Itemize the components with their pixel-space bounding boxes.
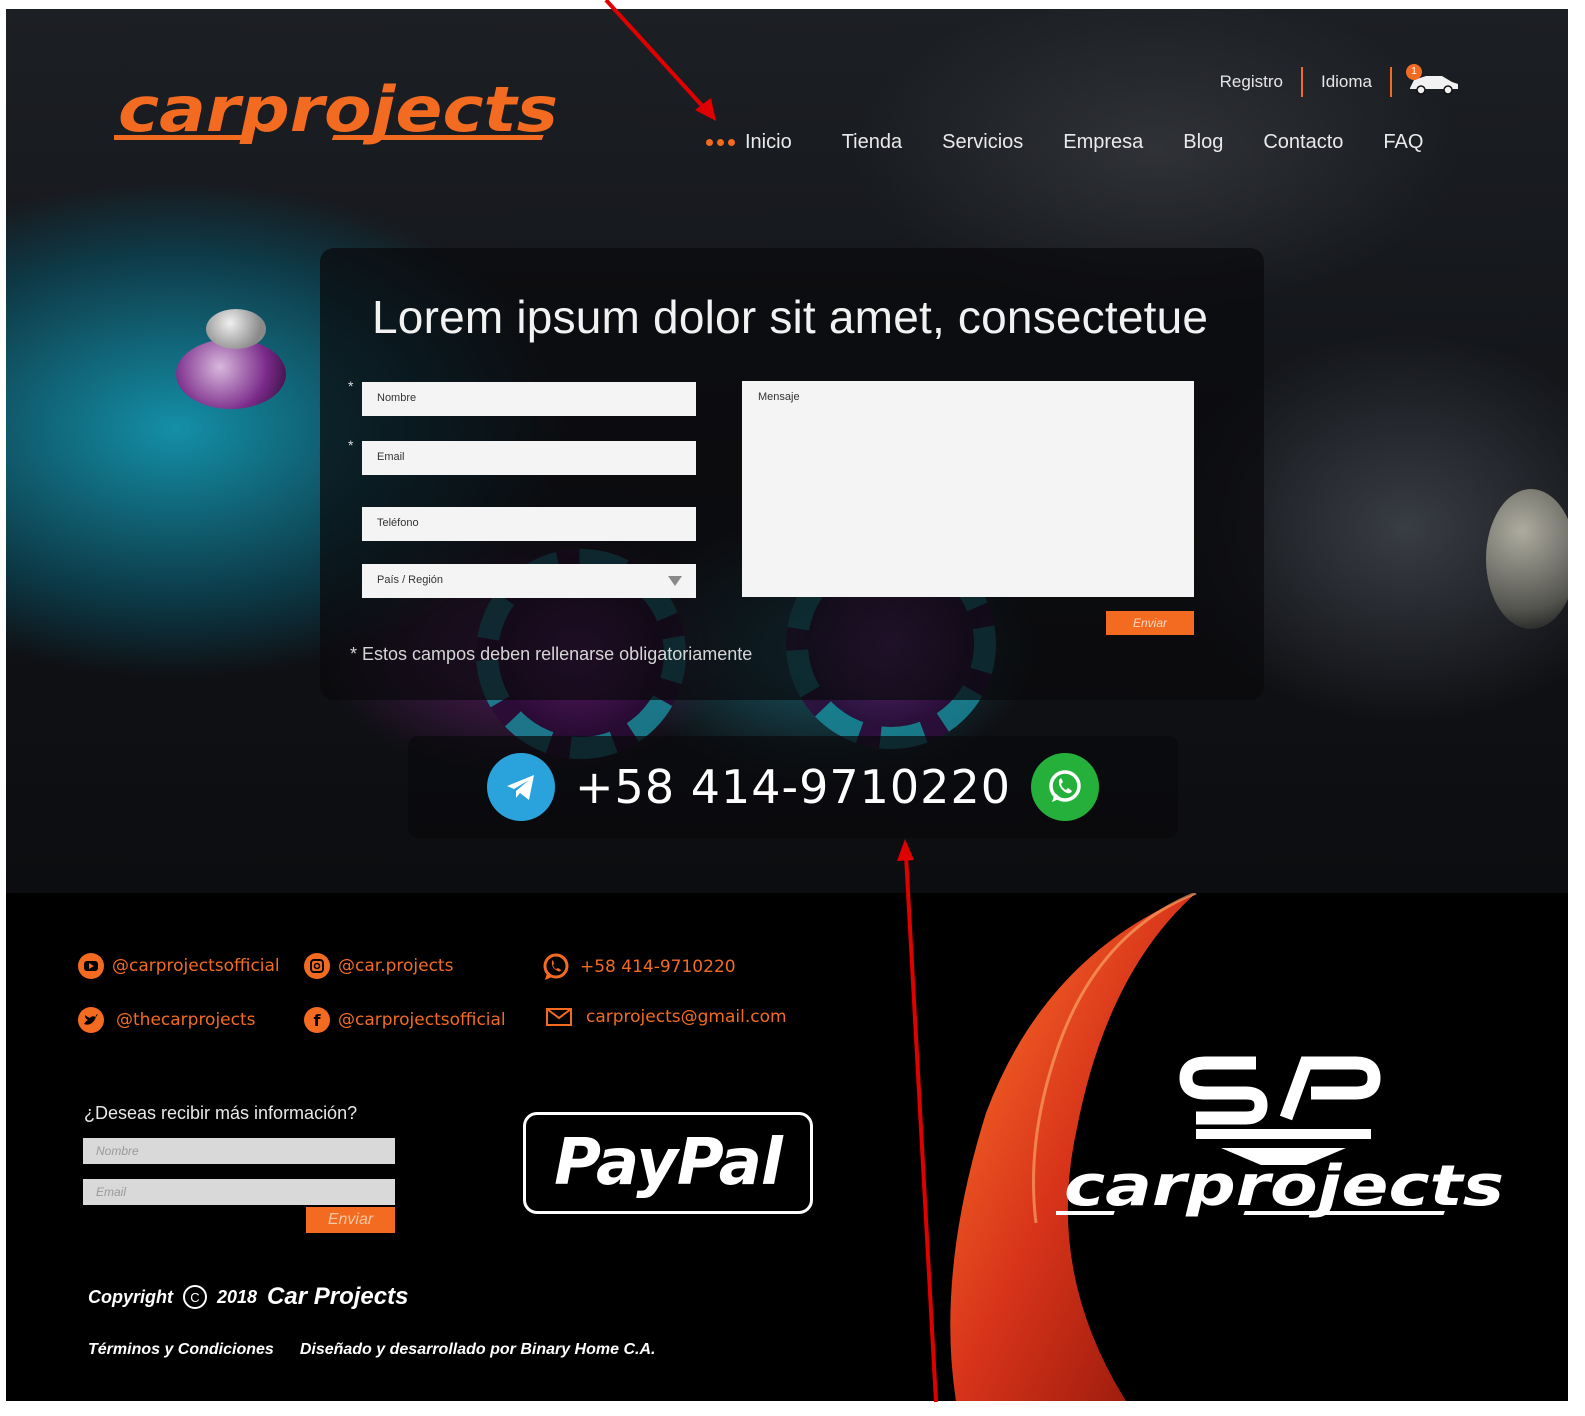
required-mark: * [348,437,354,453]
language-link[interactable]: Idioma [1303,72,1390,92]
twitter-link[interactable]: @thecarprojects [78,1007,256,1033]
youtube-icon [78,953,104,979]
cart-count-badge: 1 [1406,64,1422,80]
instagram-link[interactable]: @car.projects [304,953,453,979]
required-note: * Estos campos deben rellenarse obligato… [350,644,752,665]
footer-brand-logo-text: carprojects [1064,1154,1504,1219]
nav-item-faq[interactable]: FAQ [1383,131,1423,154]
whatsapp-icon [543,953,569,980]
email-address: carprojects@gmail.com [586,1007,787,1027]
credits-link[interactable]: Diseñado y desarrollado por Binary Home … [300,1341,656,1359]
nav-item-label: Inicio [745,131,792,153]
newsletter-email-input[interactable]: Email [83,1179,395,1205]
nav-item-blog[interactable]: Blog [1183,131,1223,154]
newsletter-name-input[interactable]: Nombre [83,1138,395,1164]
footer: @carprojectsofficial @car.projects +58 4… [6,893,1568,1401]
main-nav: Inicio Tienda Servicios Empresa Blog Con… [706,131,1463,154]
country-select-value: País / Región [377,574,444,586]
name-field[interactable]: Nombre [362,382,696,416]
required-mark: * [348,378,354,394]
required-note-text: Estos campos deben rellenarse obligatori… [362,644,753,664]
terms-link[interactable]: Términos y Condiciones [88,1341,274,1359]
cp-monogram-icon [1179,1056,1381,1125]
message-textarea[interactable]: Mensaje [742,381,1194,597]
legal-links: Términos y Condiciones Diseñado y desarr… [88,1341,655,1359]
brand-logo[interactable]: carprojects [114,79,564,149]
youtube-link[interactable]: @carprojectsofficial [78,953,280,979]
copyright: Copyright C 2018 Car Projects [88,1283,408,1311]
contact-form-title: Lorem ipsum dolor sit amet, consectetue [372,291,1209,343]
nav-item-inicio[interactable]: Inicio [706,131,792,154]
copyright-company: Car Projects [267,1283,409,1310]
active-indicator-dots [706,139,735,146]
twitter-handle: @thecarprojects [116,1010,256,1030]
chevron-down-icon [668,576,682,586]
copyright-year: 2018 [217,1286,258,1307]
send-button[interactable]: Enviar [1106,611,1194,635]
copyright-symbol: C [183,1285,207,1309]
whatsapp-button[interactable] [1030,753,1099,821]
page-frame: carprojects Registro Idioma 1 Inicio Tie… [6,9,1568,1401]
country-select[interactable]: País / Región [362,564,696,598]
facebook-link[interactable]: f @carprojectsofficial [304,1007,506,1033]
whatsapp-number: +58 414-9710220 [580,957,736,977]
newsletter-title: ¿Deseas recibir más información? [84,1103,358,1123]
newsletter-send-button[interactable]: Enviar [306,1207,395,1233]
nav-item-empresa[interactable]: Empresa [1063,131,1143,154]
paypal-logo-text: PayPal [554,1126,783,1200]
register-link[interactable]: Registro [1202,72,1301,92]
hero-bg-nut [206,309,266,349]
top-nav: Registro Idioma 1 [1202,64,1462,97]
phone-number: +58 414-9710220 [575,760,1011,814]
whatsapp-icon [1049,770,1081,802]
footer-brand-logo: carprojects [1056,1056,1504,1219]
required-mark: * [350,644,358,664]
top-nav-divider [1390,67,1392,97]
telegram-icon [507,775,535,800]
instagram-icon [304,953,330,979]
contact-form-card: Lorem ipsum dolor sit amet, consectetue … [320,248,1264,700]
email-field[interactable]: Email [362,441,696,475]
mail-icon [546,1008,572,1026]
nav-item-tienda[interactable]: Tienda [842,131,902,154]
hero-bg-bolt [176,339,286,409]
hero-bg-part [1486,489,1568,629]
whatsapp-contact-link[interactable]: +58 414-9710220 [540,951,736,983]
nav-item-servicios[interactable]: Servicios [942,131,1023,154]
copyright-label: Copyright [88,1286,173,1307]
email-link[interactable]: carprojects@gmail.com [546,1007,787,1027]
instagram-handle: @car.projects [338,956,454,976]
facebook-handle: @carprojectsofficial [338,1010,506,1030]
cart-button[interactable]: 1 [1406,64,1462,96]
paypal-badge[interactable]: PayPal [523,1112,813,1214]
telegram-button[interactable] [487,753,556,821]
hero-section: carprojects Registro Idioma 1 Inicio Tie… [6,9,1568,893]
phone-field[interactable]: Teléfono [362,507,696,541]
youtube-handle: @carprojectsofficial [112,956,280,976]
twitter-icon [78,1007,104,1033]
facebook-icon: f [304,1007,330,1033]
phone-bar: +58 414-9710220 [408,736,1178,838]
nav-item-contacto[interactable]: Contacto [1263,131,1343,154]
